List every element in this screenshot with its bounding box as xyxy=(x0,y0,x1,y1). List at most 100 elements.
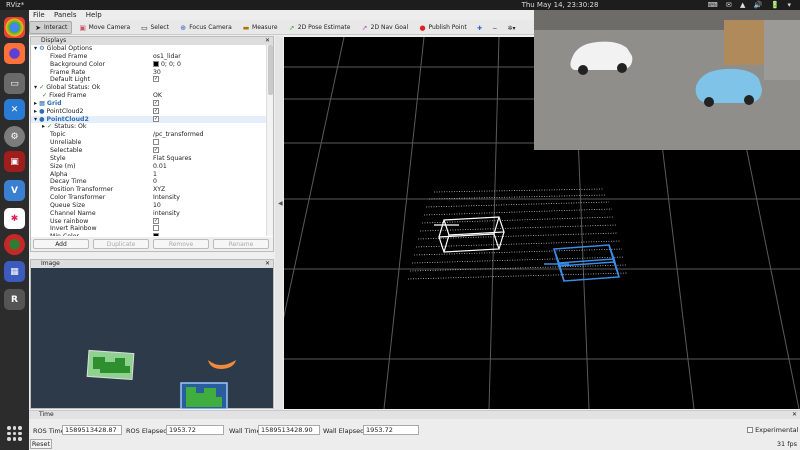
settings-icon[interactable]: ⚙ xyxy=(4,126,25,147)
files-icon[interactable]: ▭ xyxy=(4,73,25,94)
display-row[interactable]: Style Flat Squares xyxy=(31,155,267,163)
close-icon[interactable]: ✕ xyxy=(265,37,270,45)
display-row[interactable]: Alpha 1 xyxy=(31,171,267,179)
displays-tree[interactable]: ▾ ⚙ Global Options Fixed Frame os1_lidar Ba… xyxy=(31,45,267,236)
ros-time-value[interactable]: 1589513428.87 xyxy=(62,425,122,435)
menu-file[interactable]: File xyxy=(29,10,48,19)
display-row[interactable]: Invert Rainbow xyxy=(31,225,267,233)
checkbox[interactable]: ✓ xyxy=(153,115,159,122)
display-row[interactable]: ▾ ● PointCloud2 ✓ xyxy=(31,115,267,124)
camera-icon: ▣ xyxy=(79,23,86,32)
color-swatch[interactable] xyxy=(153,60,159,67)
display-label: Fixed Frame xyxy=(50,52,88,60)
checkbox[interactable] xyxy=(153,225,159,232)
menu-help[interactable]: Help xyxy=(82,10,105,19)
display-row[interactable]: Use rainbow ✓ xyxy=(31,217,267,226)
remove-tool-icon[interactable]: − xyxy=(488,22,501,35)
focus-icon: ⊕ xyxy=(180,23,187,32)
duplicate-button[interactable]: Duplicate xyxy=(93,239,149,249)
rviz-window: File Panels Help ➤ Interact ▣ Move Camera … xyxy=(29,10,800,450)
reset-button[interactable]: Reset xyxy=(30,439,52,449)
move-camera-tool[interactable]: ▣ Move Camera xyxy=(75,21,135,34)
rviz-icon[interactable]: R xyxy=(4,289,25,310)
display-row[interactable]: Queue Size 10 xyxy=(31,202,267,210)
displays-panel-title: Displays ✕ xyxy=(31,37,273,45)
checkbox[interactable] xyxy=(153,139,159,146)
display-value: OK xyxy=(153,92,162,100)
display-row[interactable]: Position Transformer XYZ xyxy=(31,186,267,194)
vscode-icon[interactable]: ✕ xyxy=(4,99,25,120)
display-label: Invert Rainbow xyxy=(50,225,97,233)
display-label: Grid xyxy=(46,99,62,107)
firefox-icon[interactable] xyxy=(4,43,25,64)
checkbox[interactable]: ✓ xyxy=(153,217,159,224)
close-icon[interactable]: ✕ xyxy=(792,411,797,419)
display-row[interactable]: ▸ ● PointCloud2 ✓ xyxy=(31,107,267,116)
slack-icon[interactable]: ✱ xyxy=(4,208,25,229)
display-row[interactable]: Min Color xyxy=(31,233,267,236)
display-label: Position Transformer xyxy=(50,186,114,194)
checkbox[interactable]: ✓ xyxy=(153,107,159,114)
wall-elapsed-value[interactable]: 1953.72 xyxy=(363,425,419,435)
clock[interactable]: Thu May 14, 23:30:28 xyxy=(360,1,760,9)
panel-splitter[interactable] xyxy=(275,36,283,410)
pose-estimate-tool[interactable]: ➚ 2D Pose Estimate xyxy=(284,21,355,34)
display-label: Global Status: Ok xyxy=(46,84,101,92)
color-swatch[interactable] xyxy=(153,233,159,236)
add-tool-icon[interactable]: ✚ xyxy=(473,22,486,35)
display-row[interactable]: Topic/pc_transformed xyxy=(31,131,267,139)
update-icon[interactable] xyxy=(4,234,25,255)
display-row[interactable]: Default Light ✓ xyxy=(31,76,267,84)
detected-object-2 xyxy=(208,360,236,369)
display-row[interactable]: Fixed Frame os1_lidar xyxy=(31,53,267,61)
system-tray[interactable]: ⌨ ✉ ▲ 🔊 🔋 ▾ xyxy=(708,1,794,9)
checkbox[interactable]: ✓ xyxy=(153,146,159,153)
display-value: 10 xyxy=(153,201,161,209)
display-row[interactable]: ▸ ▦ Grid ✓ xyxy=(31,99,267,108)
display-row[interactable]: Unreliable xyxy=(31,139,267,147)
tool-properties-icon[interactable]: ✲▾ xyxy=(503,22,519,35)
interact-tool[interactable]: ➤ Interact xyxy=(29,21,73,34)
collapse-left-icon[interactable]: ◀ xyxy=(278,200,283,207)
display-row[interactable]: Size (m) 0.01 xyxy=(31,163,267,171)
checkbox[interactable]: ✓ xyxy=(153,99,159,106)
paper-bag xyxy=(724,20,764,65)
add-button[interactable]: Add xyxy=(33,239,89,249)
tree-scrollbar[interactable] xyxy=(266,45,273,236)
scrollbar-thumb[interactable] xyxy=(268,45,273,95)
displays-buttons: Add Duplicate Remove Rename xyxy=(31,237,273,251)
display-label: Topic xyxy=(50,131,66,139)
checkbox[interactable]: ✓ xyxy=(153,76,159,83)
rename-button[interactable]: Rename xyxy=(213,239,269,249)
experimental-checkbox[interactable]: Experimental xyxy=(747,426,798,434)
display-row[interactable]: Frame Rate 30 xyxy=(31,69,267,77)
publish-point-tool[interactable]: ● Publish Point xyxy=(415,21,471,34)
app-title: RViz* xyxy=(6,1,25,9)
wall-time-value[interactable]: 1589513428.90 xyxy=(258,425,320,435)
menu-panels[interactable]: Panels xyxy=(50,10,80,19)
chrome-icon[interactable] xyxy=(4,17,25,38)
display-label: Frame Rate xyxy=(50,68,86,76)
display-row[interactable]: Decay Time 0 xyxy=(31,178,267,186)
remove-button[interactable]: Remove xyxy=(153,239,209,249)
display-row[interactable]: Selectable ✓ xyxy=(31,146,267,155)
show-apps-icon[interactable] xyxy=(4,423,25,444)
display-row[interactable]: ▸ ✓ Status: Ok xyxy=(31,123,267,131)
select-tool[interactable]: ▭ Select xyxy=(136,21,173,34)
display-row[interactable]: ▾ ✓ Global Status: Ok xyxy=(31,84,267,92)
measure-tool[interactable]: ▬ Measure xyxy=(238,21,282,34)
app-icon[interactable]: ▦ xyxy=(4,261,25,282)
display-row[interactable]: Color Transformer Intensity xyxy=(31,194,267,202)
camera-feed xyxy=(534,10,800,150)
display-row[interactable]: ✓ Fixed Frame OK xyxy=(31,92,267,100)
display-row[interactable]: Channel Name intensity xyxy=(31,210,267,218)
pink-arrow-icon: ➚ xyxy=(361,23,368,32)
vscode-insiders-icon[interactable]: V xyxy=(4,180,25,201)
ros-elapsed-value[interactable]: 1953.72 xyxy=(166,425,224,435)
focus-camera-tool[interactable]: ⊕ Focus Camera xyxy=(175,21,236,34)
display-row[interactable]: Background Color 0; 0; 0 xyxy=(31,60,267,69)
terminal-icon[interactable]: ▣ xyxy=(4,151,25,172)
display-row[interactable]: ▾ ⚙ Global Options xyxy=(31,45,267,53)
nav-goal-tool[interactable]: ➚ 2D Nav Goal xyxy=(357,21,413,34)
close-icon[interactable]: ✕ xyxy=(265,260,270,268)
